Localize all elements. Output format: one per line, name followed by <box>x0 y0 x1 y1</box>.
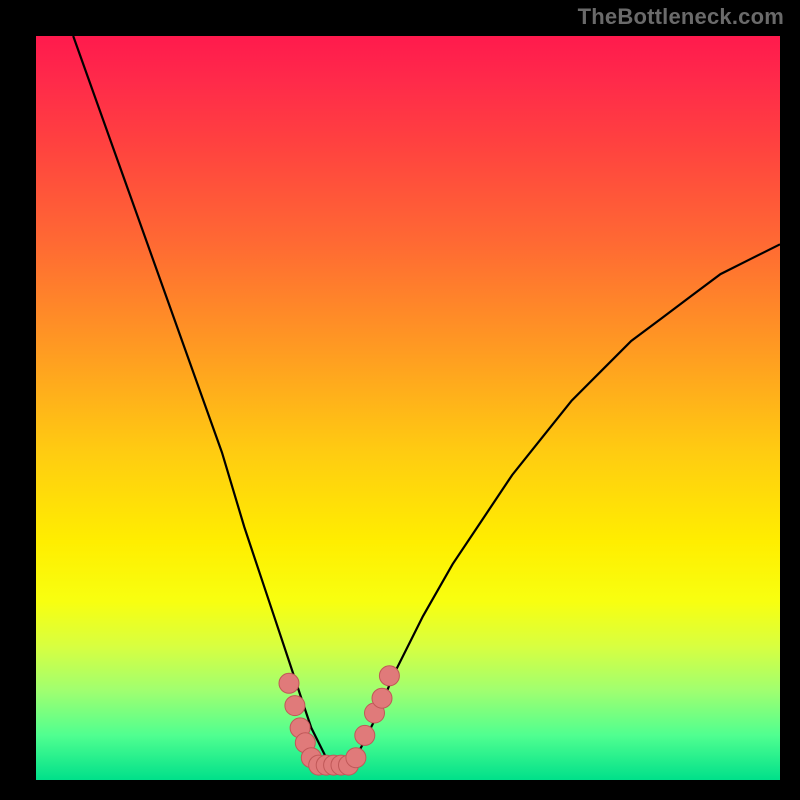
curve-marker <box>346 748 366 768</box>
curve-marker <box>279 673 299 693</box>
chart-svg <box>36 36 780 780</box>
watermark-text: TheBottleneck.com <box>578 4 784 30</box>
curve-marker <box>355 725 375 745</box>
chart-frame: TheBottleneck.com <box>0 0 800 800</box>
curve-marker <box>285 696 305 716</box>
chart-plot-area <box>36 36 780 780</box>
curve-marker <box>379 666 399 686</box>
curve-marker <box>372 688 392 708</box>
curve-markers <box>279 666 399 775</box>
bottleneck-curve <box>73 36 780 765</box>
